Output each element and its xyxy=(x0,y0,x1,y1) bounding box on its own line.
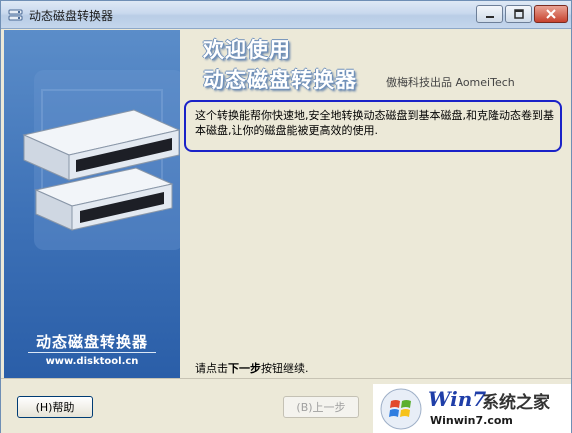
minimize-icon xyxy=(485,16,494,18)
banner-title: 动态磁盘转换器 xyxy=(35,333,148,351)
installer-window: 动态磁盘转换器 动态磁盘转换器 www.disktool.cn 欢迎使用 动态磁… xyxy=(0,0,572,433)
window-title: 动态磁盘转换器 xyxy=(29,9,114,23)
hint-next-label: 下一步 xyxy=(228,362,261,375)
close-icon xyxy=(546,9,556,19)
minimize-button[interactable] xyxy=(476,5,503,23)
watermark-overlay: Win7 系统之家 Winwin7.com xyxy=(373,384,571,433)
continue-hint: 请点击下一步按钮继续. xyxy=(195,360,309,376)
title-bar[interactable]: 动态磁盘转换器 xyxy=(1,1,571,29)
description-text: 这个转换能帮你快速地,安全地转换动态磁盘到基本磁盘,和克隆动态卷到基本磁盘,让你… xyxy=(195,109,554,137)
hint-prefix: 请点击 xyxy=(195,362,228,375)
back-button[interactable]: (B)上一步 xyxy=(283,396,359,418)
banner-url: www.disktool.cn xyxy=(45,356,139,367)
watermark-brand-cn: 系统之家 xyxy=(482,393,550,413)
product-heading: 动态磁盘转换器 xyxy=(203,68,357,92)
watermark-brand: Win7 xyxy=(428,387,487,411)
close-button[interactable] xyxy=(534,5,568,23)
watermark-url: Winwin7.com xyxy=(427,414,516,427)
maximize-icon xyxy=(513,9,524,19)
vendor-label: 傲梅科技出品 AomeiTech xyxy=(386,76,515,89)
banner-divider xyxy=(28,352,156,353)
disk-drives-illustration xyxy=(22,70,180,250)
maximize-button[interactable] xyxy=(505,5,532,23)
description-box: 这个转换能帮你快速地,安全地转换动态磁盘到基本磁盘,和克隆动态卷到基本磁盘,让你… xyxy=(184,100,562,152)
side-banner: 动态磁盘转换器 www.disktool.cn xyxy=(4,30,180,378)
disk-app-icon xyxy=(8,9,23,21)
hint-suffix: 按钮继续. xyxy=(261,362,309,375)
button-bar: (H)帮助 (B)上一步 Win7 系统之家 Winwin7.com xyxy=(1,378,571,433)
welcome-heading: 欢迎使用 xyxy=(203,38,291,62)
help-button[interactable]: (H)帮助 xyxy=(17,396,93,418)
windows-logo-icon xyxy=(380,388,422,430)
content-panel: 欢迎使用 动态磁盘转换器 傲梅科技出品 AomeiTech 这个转换能帮你快速地… xyxy=(181,30,569,378)
